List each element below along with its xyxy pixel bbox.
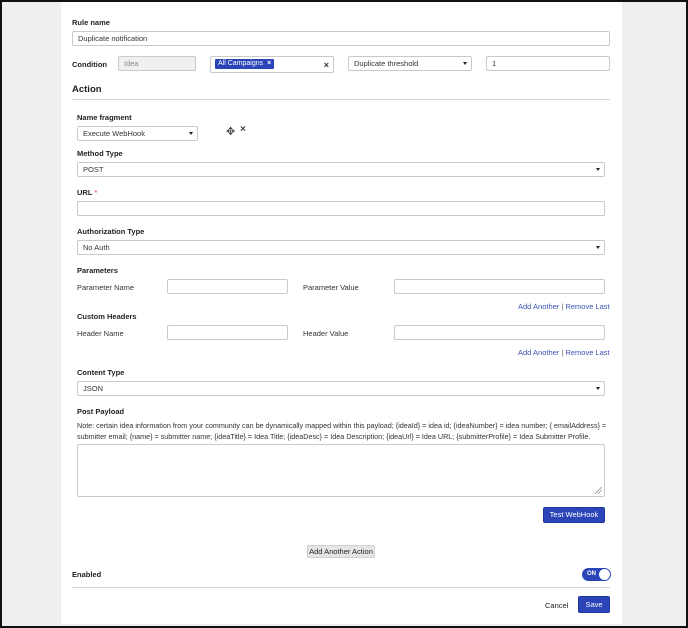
chevron-down-icon [189, 132, 193, 135]
rule-name-label: Rule name [72, 18, 110, 27]
url-label: URL * [77, 188, 97, 197]
parameter-name-input[interactable] [167, 279, 288, 294]
remove-action-icon[interactable]: × [240, 124, 246, 135]
toggle-knob [599, 569, 610, 580]
chevron-down-icon [596, 387, 600, 390]
enabled-toggle[interactable]: ON [582, 568, 611, 581]
link-divider: | [561, 348, 564, 357]
header-value-label: Header Value [303, 329, 349, 338]
campaign-tag: All Campaigns × [215, 59, 275, 69]
post-payload-label: Post Payload [77, 407, 125, 416]
url-input[interactable] [77, 201, 605, 216]
rule-name-input[interactable]: Duplicate notification [72, 31, 610, 46]
method-type-value: POST [83, 165, 104, 174]
remove-last-parameter-link[interactable]: Remove Last [565, 302, 609, 311]
custom-headers-label: Custom Headers [77, 312, 137, 321]
header-name-input[interactable] [167, 325, 288, 340]
method-type-select[interactable]: POST [77, 162, 605, 177]
method-type-label: Method Type [77, 149, 123, 158]
clear-selection-icon[interactable]: × [324, 59, 329, 72]
chevron-down-icon [463, 62, 467, 65]
headers-actions: Add Another | Remove Last [518, 348, 610, 357]
rule-editor-panel: Rule name Duplicate notification Conditi… [61, 2, 622, 624]
authorization-type-select[interactable]: No Auth [77, 240, 605, 255]
header-name-label: Header Name [77, 329, 124, 338]
link-divider: | [561, 302, 564, 311]
required-asterisk: * [94, 188, 98, 197]
parameter-value-label: Parameter Value [303, 283, 359, 292]
remove-last-header-link[interactable]: Remove Last [565, 348, 609, 357]
name-fragment-select[interactable]: Execute WebHook [77, 126, 198, 141]
threshold-value-input[interactable]: 1 [486, 56, 610, 71]
chevron-down-icon [596, 168, 600, 171]
toggle-state-label: ON [587, 571, 596, 577]
content-type-label: Content Type [77, 368, 125, 377]
content-type-select[interactable]: JSON [77, 381, 605, 396]
save-button[interactable]: Save [578, 596, 610, 613]
authorization-type-value: No Auth [83, 243, 110, 252]
parameter-name-label: Parameter Name [77, 283, 135, 292]
add-another-parameter-link[interactable]: Add Another [518, 302, 559, 311]
payload-note: Note: certain idea information from your… [77, 421, 607, 441]
action-divider [72, 99, 610, 100]
content-type-value: JSON [83, 384, 104, 393]
tag-remove-icon[interactable]: × [267, 60, 271, 67]
name-fragment-label: Name fragment [77, 113, 132, 122]
move-icon[interactable]: ✥ [226, 125, 235, 138]
threshold-select-value: Duplicate threshold [354, 59, 419, 68]
threshold-select[interactable]: Duplicate threshold [348, 56, 472, 71]
condition-object-field: Idea [118, 56, 196, 71]
footer-divider [72, 587, 610, 588]
chevron-down-icon [596, 246, 600, 249]
url-label-text: URL [77, 188, 93, 197]
add-another-action-button[interactable]: Add Another Action [307, 545, 375, 558]
cancel-button[interactable]: Cancel [545, 601, 568, 610]
parameter-value-input[interactable] [394, 279, 605, 294]
post-payload-textarea[interactable] [77, 444, 605, 497]
campaign-multiselect[interactable]: All Campaigns × × [210, 56, 334, 73]
enabled-label: Enabled [72, 570, 102, 579]
test-webhook-button[interactable]: Test WebHook [543, 507, 605, 523]
condition-label: Condition [72, 60, 107, 69]
header-value-input[interactable] [394, 325, 605, 340]
add-another-header-link[interactable]: Add Another [518, 348, 559, 357]
name-fragment-value: Execute WebHook [83, 129, 145, 138]
parameters-label: Parameters [77, 266, 118, 275]
action-heading: Action [72, 84, 102, 95]
campaign-tag-label: All Campaigns [218, 60, 264, 67]
parameters-actions: Add Another | Remove Last [518, 302, 610, 311]
resize-handle-icon[interactable] [595, 487, 602, 494]
authorization-type-label: Authorization Type [77, 227, 145, 236]
